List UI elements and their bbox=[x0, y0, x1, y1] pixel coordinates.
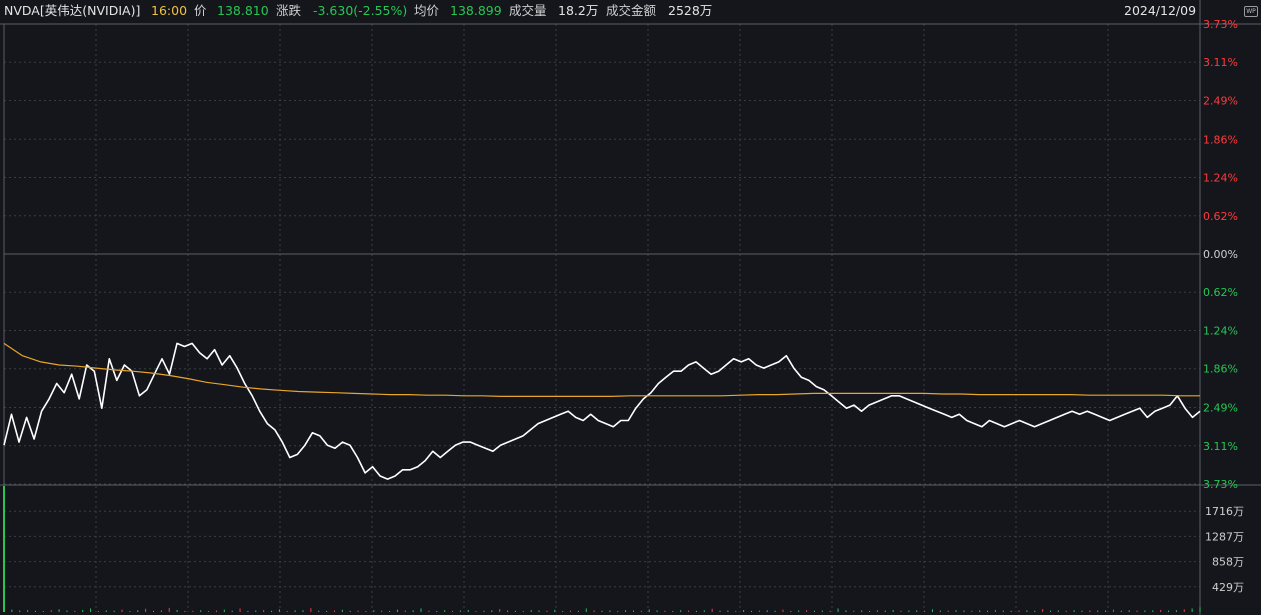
y-tick-label: 3.11% bbox=[1203, 56, 1238, 69]
y-tick-label: 2.49% bbox=[1203, 94, 1238, 107]
volume-tick-label: 858万 bbox=[1212, 556, 1244, 569]
y-tick-label: 1.86% bbox=[1203, 133, 1238, 146]
average-price-line bbox=[3, 342, 1200, 397]
y-tick-label: 2.49% bbox=[1203, 402, 1238, 415]
y-tick-label: 3.73% bbox=[1203, 18, 1238, 31]
volume-tick-label: 1287万 bbox=[1205, 530, 1244, 543]
y-tick-label: 1.24% bbox=[1203, 324, 1238, 337]
volume-tick-label: 1716万 bbox=[1205, 505, 1244, 518]
y-tick-label: 0.62% bbox=[1203, 210, 1238, 223]
price-lines bbox=[3, 342, 1201, 480]
y-tick-label: 0.62% bbox=[1203, 286, 1238, 299]
volume-tick-label: 429万 bbox=[1212, 581, 1244, 594]
y-tick-label: 3.73% bbox=[1203, 478, 1238, 491]
y-tick-label: 3.11% bbox=[1203, 440, 1238, 453]
y-tick-label: 0.00% bbox=[1203, 248, 1238, 261]
price-series-line bbox=[3, 342, 1201, 480]
chart-canvas: 3.73% 3.11% 2.49% 1.86% 1.24% 0.62% 0.00% 0.62%… bbox=[0, 0, 1261, 615]
y-tick-label: 1.24% bbox=[1203, 172, 1238, 185]
y-tick-label: 1.86% bbox=[1203, 363, 1238, 376]
volume-bars bbox=[3, 486, 1201, 612]
axis-lines bbox=[0, 0, 1261, 615]
grid-lines bbox=[4, 23, 1200, 612]
y-tick-labels: 3.73% 3.11% 2.49% 1.86% 1.24% 0.62% 0.00% 0.62%… bbox=[1203, 18, 1244, 594]
